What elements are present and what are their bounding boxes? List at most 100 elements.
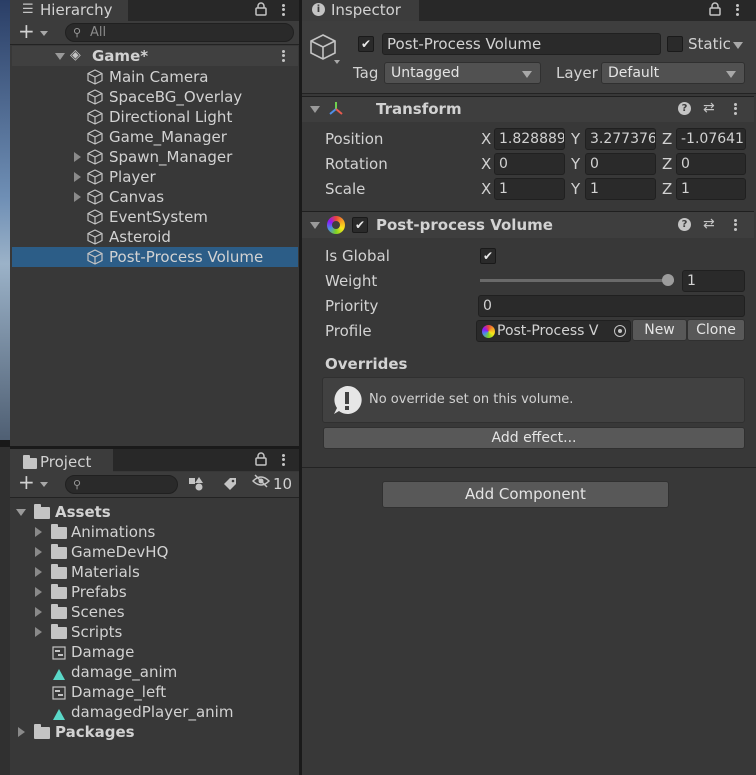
project-menu-icon[interactable] xyxy=(280,452,286,468)
position-z-label[interactable]: Z xyxy=(662,130,672,148)
search-by-label-icon[interactable] xyxy=(222,476,238,492)
add-effect-button[interactable]: Add effect... xyxy=(323,427,745,449)
add-component-button[interactable]: Add Component xyxy=(382,481,669,508)
packages-row[interactable]: Packages xyxy=(16,722,296,742)
inspector-menu-icon[interactable] xyxy=(734,2,740,18)
position-y-field[interactable]: 3.277376 xyxy=(585,128,656,150)
expand-arrow-icon[interactable] xyxy=(35,587,42,597)
position-z-field[interactable]: -1.07641 xyxy=(676,128,746,150)
layer-dropdown[interactable]: Default xyxy=(601,62,745,84)
component-divider xyxy=(302,467,756,468)
gameobject-cube-icon xyxy=(87,109,103,125)
overrides-label: Overrides xyxy=(325,355,408,373)
rotation-z-label[interactable]: Z xyxy=(662,155,672,173)
help-icon[interactable]: ? xyxy=(678,218,691,231)
priority-field[interactable]: 0 xyxy=(478,295,745,317)
object-picker-icon[interactable] xyxy=(614,325,626,337)
profile-new-button[interactable]: New xyxy=(632,319,687,341)
presets-icon[interactable]: ⇄ xyxy=(703,216,715,232)
hierarchy-item[interactable]: Spawn_Manager xyxy=(12,147,298,167)
position-x-field[interactable]: 1.828889 xyxy=(494,128,565,150)
hierarchy-item[interactable]: SpaceBG_Overlay xyxy=(12,87,298,107)
project-folder-row[interactable]: Animations xyxy=(32,522,296,542)
hierarchy-item[interactable]: Directional Light xyxy=(12,107,298,127)
hierarchy-add-button[interactable]: + xyxy=(18,19,52,43)
scale-x-field[interactable]: 1 xyxy=(494,178,565,200)
scale-x-label[interactable]: X xyxy=(481,180,491,198)
hierarchy-item[interactable]: Post-Process Volume xyxy=(12,247,298,267)
expand-arrow-icon[interactable] xyxy=(35,567,42,577)
static-checkbox[interactable] xyxy=(667,36,683,52)
scale-y-field[interactable]: 1 xyxy=(585,178,656,200)
hierarchy-item[interactable]: Player xyxy=(12,167,298,187)
eye-slash-icon xyxy=(251,473,271,493)
profile-object-field[interactable]: Post-Process V xyxy=(476,320,631,342)
scene-row[interactable]: ◈ Game* xyxy=(12,46,298,66)
transform-menu-icon[interactable] xyxy=(732,101,738,117)
hierarchy-item[interactable]: Main Camera xyxy=(12,67,298,87)
rotation-x-label[interactable]: X xyxy=(481,155,491,173)
inspector-lock-icon[interactable] xyxy=(709,2,721,16)
position-x-label[interactable]: X xyxy=(481,130,491,148)
presets-icon[interactable]: ⇄ xyxy=(703,100,715,116)
expand-arrow-icon[interactable] xyxy=(35,607,42,617)
project-folder-row[interactable]: Prefabs xyxy=(32,582,296,602)
expand-arrow-icon[interactable] xyxy=(35,547,42,557)
post-process-menu-icon[interactable] xyxy=(732,217,738,233)
project-folder-row[interactable]: Scenes xyxy=(32,602,296,622)
expand-arrow-icon[interactable] xyxy=(35,527,42,537)
project-folder-row[interactable]: Materials xyxy=(32,562,296,582)
rotation-x-field[interactable]: 0 xyxy=(494,153,565,175)
hidden-packages-toggle[interactable]: 10 xyxy=(251,473,296,494)
weight-slider-thumb[interactable] xyxy=(662,274,674,286)
project-add-button[interactable]: + xyxy=(18,470,52,494)
rotation-y-field[interactable]: 0 xyxy=(585,153,656,175)
scale-z-label[interactable]: Z xyxy=(662,180,672,198)
project-asset-row[interactable]: Damage_left xyxy=(32,682,296,702)
rotation-z-field[interactable]: 0 xyxy=(676,153,746,175)
weight-slider-track[interactable] xyxy=(480,279,674,282)
post-process-foldout-icon[interactable] xyxy=(310,222,320,229)
project-asset-row[interactable]: damagedPlayer_anim xyxy=(32,702,296,722)
project-asset-row[interactable]: Damage xyxy=(32,642,296,662)
hierarchy-item[interactable]: EventSystem xyxy=(12,207,298,227)
assets-root-row[interactable]: Assets xyxy=(16,502,296,522)
project-folder-row[interactable]: Scripts xyxy=(32,622,296,642)
expand-arrow-icon[interactable] xyxy=(74,172,81,182)
project-search-input[interactable]: ⚲ xyxy=(65,475,178,494)
tab-inspector[interactable]: i Inspector xyxy=(302,0,419,21)
position-y-label[interactable]: Y xyxy=(571,130,580,148)
project-folder-row[interactable]: GameDevHQ xyxy=(32,542,296,562)
transform-foldout-icon[interactable] xyxy=(310,106,320,113)
expand-arrow-icon[interactable] xyxy=(74,192,81,202)
help-icon[interactable]: ? xyxy=(678,102,691,115)
weight-label: Weight xyxy=(325,272,378,290)
search-by-type-icon[interactable] xyxy=(188,476,204,492)
is-global-checkbox[interactable]: ✔ xyxy=(480,248,496,264)
gameobject-name-input[interactable]: Post-Process Volume xyxy=(382,33,661,55)
hierarchy-menu-icon[interactable] xyxy=(280,2,286,18)
tab-hierarchy[interactable]: ☰ Hierarchy xyxy=(10,0,128,21)
tab-project[interactable]: Project xyxy=(10,449,113,472)
hierarchy-search-input[interactable]: ⚲ All xyxy=(65,23,294,42)
project-lock-icon[interactable] xyxy=(255,452,267,466)
project-asset-row[interactable]: damage_anim xyxy=(32,662,296,682)
gameobject-icon[interactable] xyxy=(308,32,342,66)
scale-y-label[interactable]: Y xyxy=(571,180,580,198)
hierarchy-item-label: EventSystem xyxy=(109,208,208,226)
rotation-y-label[interactable]: Y xyxy=(571,155,580,173)
hierarchy-item[interactable]: Asteroid xyxy=(12,227,298,247)
expand-arrow-icon[interactable] xyxy=(74,152,81,162)
hierarchy-lock-icon[interactable] xyxy=(255,2,267,16)
expand-arrow-icon[interactable] xyxy=(35,627,42,637)
hierarchy-item[interactable]: Canvas xyxy=(12,187,298,207)
scale-z-field[interactable]: 1 xyxy=(676,178,746,200)
hierarchy-item[interactable]: Game_Manager xyxy=(12,127,298,147)
static-dropdown-icon[interactable] xyxy=(733,42,743,49)
profile-clone-button[interactable]: Clone xyxy=(687,319,745,341)
post-process-enabled-checkbox[interactable]: ✔ xyxy=(352,217,368,233)
gameobject-active-checkbox[interactable]: ✔ xyxy=(358,36,374,52)
scene-menu-icon[interactable] xyxy=(280,48,286,64)
weight-value-field[interactable]: 1 xyxy=(682,270,745,292)
tag-dropdown[interactable]: Untagged xyxy=(384,62,541,84)
